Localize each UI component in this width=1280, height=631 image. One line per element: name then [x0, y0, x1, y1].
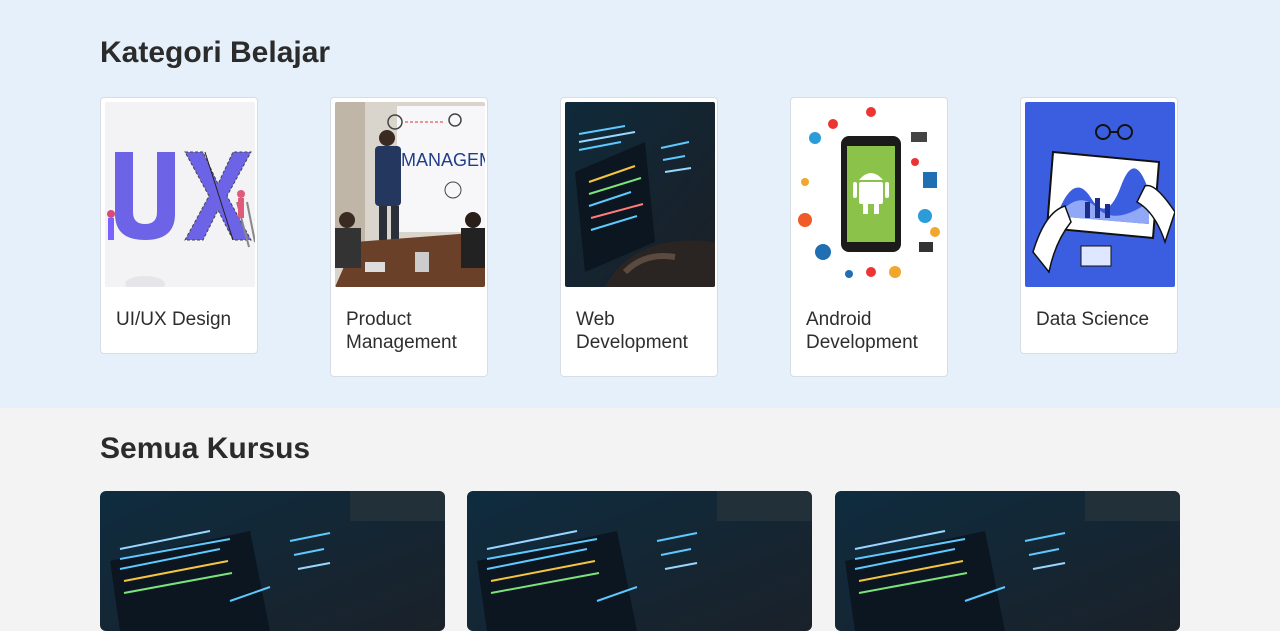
- code-screen-photo: [565, 102, 715, 287]
- course-card[interactable]: [100, 491, 445, 631]
- category-card-product-management[interactable]: MANAGEM Product Management: [330, 97, 488, 377]
- course-thumbnail: [467, 491, 812, 631]
- category-card-data-science[interactable]: Data Science: [1020, 97, 1178, 354]
- data-charts-illustration: [1025, 102, 1175, 287]
- category-label: Product Management: [346, 309, 457, 353]
- course-card[interactable]: [467, 491, 812, 631]
- category-label: Data Science: [1036, 309, 1150, 330]
- course-thumbnail: [100, 491, 445, 631]
- category-section: Kategori Belajar UI/UX Design MANAGEM Pr…: [0, 0, 1280, 408]
- android-phone-illustration: [795, 102, 945, 287]
- category-label: UI/UX Design: [116, 309, 232, 330]
- category-section-title: Kategori Belajar: [100, 36, 331, 69]
- course-thumbnail: [835, 491, 1180, 631]
- courses-section-title: Semua Kursus: [100, 432, 311, 465]
- category-card-web-development[interactable]: Web Development: [560, 97, 718, 377]
- product-meeting-photo: MANAGEM: [335, 102, 485, 287]
- category-card-android-development[interactable]: Android Development: [790, 97, 948, 377]
- category-label: Android Development: [806, 309, 918, 353]
- courses-section: Semua Kursus: [0, 408, 1280, 631]
- svg-text:MANAGEM: MANAGEM: [401, 150, 485, 170]
- course-card[interactable]: [835, 491, 1180, 631]
- category-label: Web Development: [576, 309, 688, 353]
- uiux-illustration: [105, 102, 255, 287]
- category-card-uiux[interactable]: UI/UX Design: [100, 97, 258, 354]
